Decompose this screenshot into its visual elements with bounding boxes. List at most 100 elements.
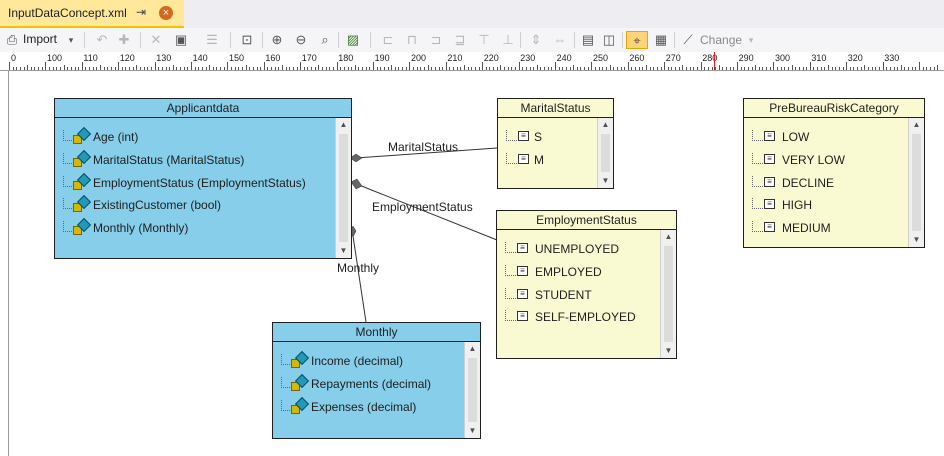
line-tool-icon[interactable]: ⟋ (680, 31, 696, 49)
enum-box-maritalstatus[interactable]: MaritalStatus ≡ S ≡ M ▲ ▼ (497, 98, 614, 189)
ruler-tick (555, 62, 556, 70)
scroll-down-icon[interactable]: ▼ (598, 174, 613, 188)
scroll-thumb[interactable] (664, 246, 673, 342)
scroll-up-icon[interactable]: ▲ (661, 230, 676, 244)
scroll-up-icon[interactable]: ▲ (465, 342, 480, 356)
ruler-cursor-marker (714, 52, 715, 70)
ruler-tick (216, 67, 218, 70)
align-right-icon[interactable]: ⊒ (452, 31, 468, 49)
snap-to-grid-icon[interactable]: ⌖ (626, 31, 648, 49)
properties-icon[interactable]: ☰ (204, 31, 220, 49)
ruler-tick (500, 65, 502, 70)
new-item-icon[interactable]: ✚ (116, 31, 132, 49)
scroll-down-icon[interactable]: ▼ (909, 233, 924, 247)
image-export-icon[interactable]: ▨ (344, 31, 362, 49)
ruler-tick (96, 67, 98, 70)
scroll-down-icon[interactable]: ▼ (465, 424, 480, 438)
scroll-thumb[interactable] (339, 134, 348, 242)
scroll-thumb[interactable] (468, 358, 477, 422)
ruler-tick (81, 62, 83, 70)
class-box-applicantdata[interactable]: Applicantdata Age (int) MaritalStatus (M… (54, 98, 352, 259)
ruler-tick (493, 67, 495, 70)
ruler-tick (747, 67, 749, 70)
class-box-monthly[interactable]: Monthly Income (decimal) Repayments (dec… (272, 322, 481, 439)
align-top-icon[interactable]: ⊤ (476, 31, 492, 49)
ruler-tick (158, 67, 160, 70)
same-size-icon[interactable]: ◫ (600, 31, 618, 49)
box-scrollbar[interactable]: ▲ ▼ (908, 118, 924, 247)
ruler-tick (180, 67, 182, 70)
align-middle-icon[interactable]: ⊐ (428, 31, 444, 49)
spacing-vertical-icon[interactable]: ⇕ (528, 31, 544, 49)
scroll-thumb[interactable] (601, 134, 610, 172)
ruler-tick (933, 67, 935, 70)
layout-icon[interactable]: ▣ (172, 31, 190, 49)
same-width-icon[interactable]: ▤ (580, 31, 596, 49)
ruler-tick (562, 67, 564, 70)
field-icon (291, 373, 310, 392)
scroll-up-icon[interactable]: ▲ (336, 118, 351, 132)
zoom-out-icon[interactable]: ⊖ (292, 31, 310, 49)
ruler-tick (227, 62, 229, 70)
undo-icon[interactable]: ↶ (94, 31, 110, 49)
field-icon (73, 217, 92, 236)
ruler-tick (514, 67, 516, 70)
scroll-down-icon[interactable]: ▼ (336, 244, 351, 258)
ruler-label: 310 (811, 53, 827, 63)
ruler-tick (154, 62, 156, 70)
zoom-in-icon[interactable]: ⊕ (268, 31, 286, 49)
scroll-up-icon[interactable]: ▲ (909, 118, 924, 132)
ruler-tick (220, 67, 222, 70)
import-button[interactable]: Import (23, 32, 57, 46)
ruler-tick (715, 67, 717, 70)
ruler-tick (449, 67, 451, 70)
show-grid-icon[interactable]: ▦ (652, 31, 670, 49)
ruler-tick (132, 67, 134, 70)
ruler-tick (292, 67, 294, 70)
box-scrollbar[interactable]: ▲ ▼ (464, 342, 480, 438)
ruler-tick (209, 65, 211, 70)
box-scrollbar[interactable]: ▲ ▼ (335, 118, 351, 258)
ruler-tick (322, 67, 324, 70)
ruler-tick (744, 67, 746, 70)
field-icon (73, 126, 92, 145)
ruler-tick (205, 67, 207, 70)
enum-box-employmentstatus[interactable]: EmploymentStatus ≡ UNEMPLOYED ≡ EMPLOYED… (496, 210, 677, 359)
ruler-tick (325, 67, 327, 70)
box-members: ≡ LOW ≡ VERY LOW ≡ DECLINE ≡ HIGH ≡ MEDI… (744, 118, 909, 247)
zoom-icon[interactable]: ⌕ (316, 31, 334, 49)
tab-inputdataconcept[interactable]: InputDataConcept.xml ⇥ × (0, 0, 184, 28)
import-dropdown-icon[interactable]: ▾ (66, 31, 76, 49)
ruler-tick (922, 67, 924, 70)
import-icon[interactable]: ⎙ (4, 31, 20, 49)
align-bottom-icon[interactable]: ⊥ (500, 31, 516, 49)
change-button[interactable]: Change (700, 33, 742, 47)
ruler-tick (598, 67, 600, 70)
box-scrollbar[interactable]: ▲ ▼ (597, 118, 613, 188)
ruler-tick (427, 65, 429, 70)
ruler-tick (806, 67, 808, 70)
ruler-tick (274, 67, 276, 70)
enum-box-prebureauriskcategory[interactable]: PreBureauRiskCategory ≡ LOW ≡ VERY LOW ≡… (743, 98, 925, 248)
align-left-icon[interactable]: ⊏ (380, 31, 396, 49)
ruler-label: 130 (156, 53, 172, 63)
scroll-down-icon[interactable]: ▼ (661, 344, 676, 358)
delete-icon[interactable]: ✕ (148, 31, 164, 49)
spacing-horizontal-icon[interactable]: ⇔ (552, 31, 568, 49)
box-scrollbar[interactable]: ▲ ▼ (660, 230, 676, 358)
change-dropdown-icon[interactable]: ▾ (746, 31, 756, 49)
enum-value-icon: ≡ (518, 131, 529, 141)
ruler-tick (249, 67, 251, 70)
zoom-fit-icon[interactable]: ⊡ (238, 31, 256, 49)
pin-icon[interactable]: ⇥ (136, 5, 146, 19)
tab-title: InputDataConcept.xml (8, 6, 127, 20)
scroll-thumb[interactable] (912, 134, 921, 231)
close-icon[interactable]: × (159, 6, 173, 20)
scroll-up-icon[interactable]: ▲ (598, 118, 613, 132)
connection-label-marital: MaritalStatus (388, 140, 459, 154)
ruler-tick (620, 67, 622, 70)
enum-value-icon: ≡ (764, 222, 775, 232)
enum-value-icon: ≡ (764, 131, 775, 141)
ruler-tick (795, 67, 797, 70)
align-center-icon[interactable]: ⊓ (404, 31, 420, 49)
